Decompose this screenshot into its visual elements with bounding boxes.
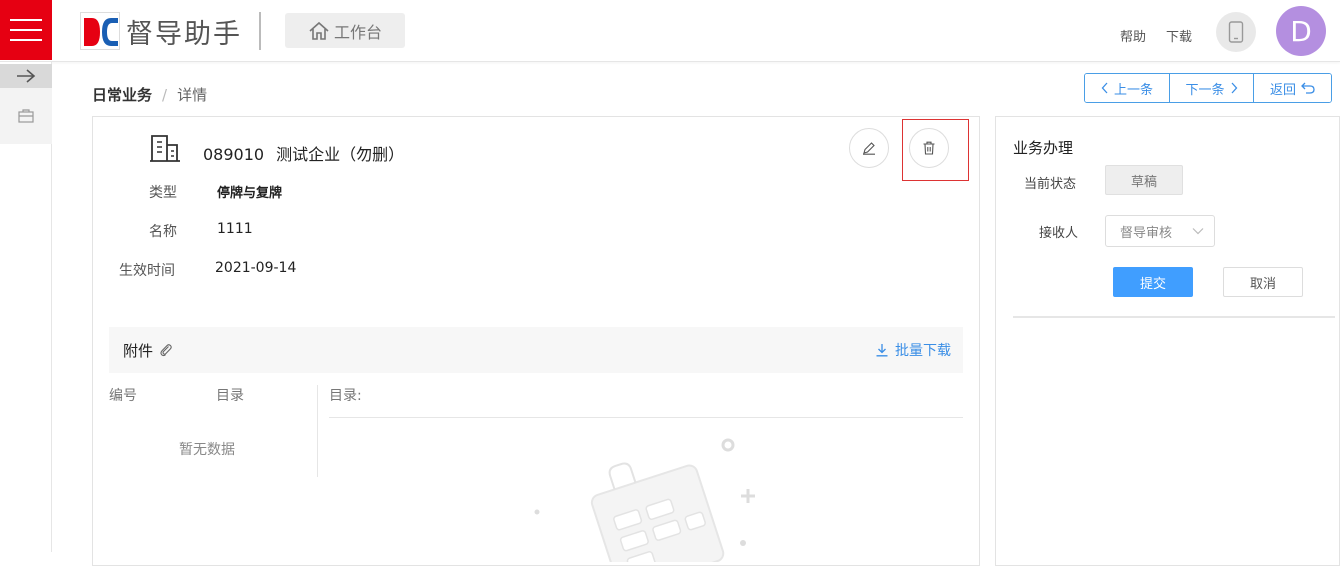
mobile-button[interactable] bbox=[1216, 12, 1256, 52]
expand-sidebar-button[interactable] bbox=[0, 64, 52, 88]
building-icon bbox=[150, 135, 180, 162]
prev-record-button[interactable]: 上一条 bbox=[1085, 74, 1169, 102]
download-link[interactable]: 下载 bbox=[1166, 26, 1192, 45]
back-button[interactable]: 返回 bbox=[1253, 74, 1331, 102]
sidebar-item-business[interactable] bbox=[0, 88, 52, 144]
help-link[interactable]: 帮助 bbox=[1120, 26, 1146, 45]
hamburger-menu-button[interactable] bbox=[0, 0, 52, 60]
status-badge: 草稿 bbox=[1105, 165, 1183, 195]
attachments-header: 附件 批量下载 bbox=[109, 327, 963, 373]
column-header-directory: 目录 bbox=[216, 388, 244, 404]
company-title: 089010 测试企业（勿删） bbox=[203, 141, 404, 165]
workbench-button[interactable]: 工作台 bbox=[285, 13, 405, 48]
column-header-number: 编号 bbox=[109, 388, 137, 404]
mobile-phone-icon bbox=[1228, 21, 1244, 43]
back-label: 返回 bbox=[1269, 82, 1296, 98]
next-record-label: 下一条 bbox=[1185, 82, 1225, 98]
field-value-effective-date: 2021-09-14 bbox=[215, 260, 297, 276]
chevron-down-icon bbox=[1192, 228, 1204, 235]
list-divider bbox=[317, 385, 318, 477]
chevron-left-icon bbox=[1101, 82, 1108, 94]
header-divider bbox=[259, 12, 261, 50]
processing-title: 业务办理 bbox=[1013, 139, 1074, 157]
app-logo: 督导助手 bbox=[80, 12, 242, 50]
submit-button[interactable]: 提交 bbox=[1113, 267, 1193, 297]
receiver-select-value: 督导审核 bbox=[1120, 225, 1173, 241]
edit-button[interactable] bbox=[849, 128, 889, 168]
side-rail bbox=[0, 62, 52, 552]
attachments-title-text: 附件 bbox=[123, 341, 154, 360]
record-pager: 上一条 下一条 返回 bbox=[1084, 73, 1332, 103]
breadcrumb-current: 详情 bbox=[177, 86, 208, 104]
field-label-effective-date: 生效时间 bbox=[119, 263, 175, 279]
processing-panel: 业务办理 当前状态 草稿 接收人 督导审核 提交 取消 bbox=[995, 116, 1340, 566]
next-record-button[interactable]: 下一条 bbox=[1169, 74, 1253, 102]
delete-button[interactable] bbox=[909, 128, 949, 168]
company-name: 测试企业（勿删） bbox=[276, 145, 405, 164]
receiver-select[interactable]: 督导审核 bbox=[1105, 215, 1215, 247]
arrow-right-icon bbox=[17, 69, 36, 83]
undo-arrow-icon bbox=[1301, 82, 1315, 94]
briefcase-icon bbox=[18, 109, 34, 123]
breadcrumb: 日常业务 / 详情 bbox=[92, 84, 207, 105]
user-avatar[interactable]: D bbox=[1276, 6, 1326, 56]
cancel-button[interactable]: 取消 bbox=[1223, 267, 1303, 297]
directory-header: 目录: bbox=[329, 388, 362, 404]
field-value-name: 1111 bbox=[217, 221, 253, 237]
attachments-title: 附件 bbox=[123, 340, 173, 361]
logo-mark-icon bbox=[80, 12, 120, 50]
batch-download-label: 批量下载 bbox=[895, 343, 951, 359]
field-value-type: 停牌与复牌 bbox=[217, 186, 283, 201]
paperclip-icon bbox=[160, 344, 172, 357]
breadcrumb-separator: / bbox=[162, 85, 168, 104]
prev-record-label: 上一条 bbox=[1113, 82, 1153, 98]
pencil-icon bbox=[863, 142, 875, 155]
download-icon bbox=[876, 344, 888, 357]
home-icon bbox=[309, 21, 329, 40]
breadcrumb-parent[interactable]: 日常业务 bbox=[92, 84, 152, 105]
field-label-type: 类型 bbox=[149, 185, 177, 201]
company-code: 089010 bbox=[203, 145, 265, 164]
trash-icon bbox=[923, 141, 935, 155]
top-bar: 督导助手 工作台 帮助 下载 D bbox=[0, 0, 1340, 62]
empty-state-text: 暂无数据 bbox=[179, 442, 235, 458]
panel-divider bbox=[1013, 316, 1335, 318]
field-label-name: 名称 bbox=[149, 224, 177, 240]
workbench-label: 工作台 bbox=[333, 22, 382, 42]
detail-card: 089010 测试企业（勿删） 类型 停牌与复牌 名称 1111 生效时间 202… bbox=[92, 116, 980, 566]
menu-icon bbox=[10, 19, 42, 21]
receiver-label: 接收人 bbox=[1038, 226, 1078, 241]
batch-download-button[interactable]: 批量下载 bbox=[875, 340, 951, 360]
current-status-label: 当前状态 bbox=[1023, 177, 1076, 192]
chevron-right-icon bbox=[1231, 82, 1237, 94]
empty-box-illustration bbox=[534, 438, 755, 562]
directory-divider bbox=[329, 417, 963, 418]
logo-text: 督导助手 bbox=[126, 18, 242, 50]
